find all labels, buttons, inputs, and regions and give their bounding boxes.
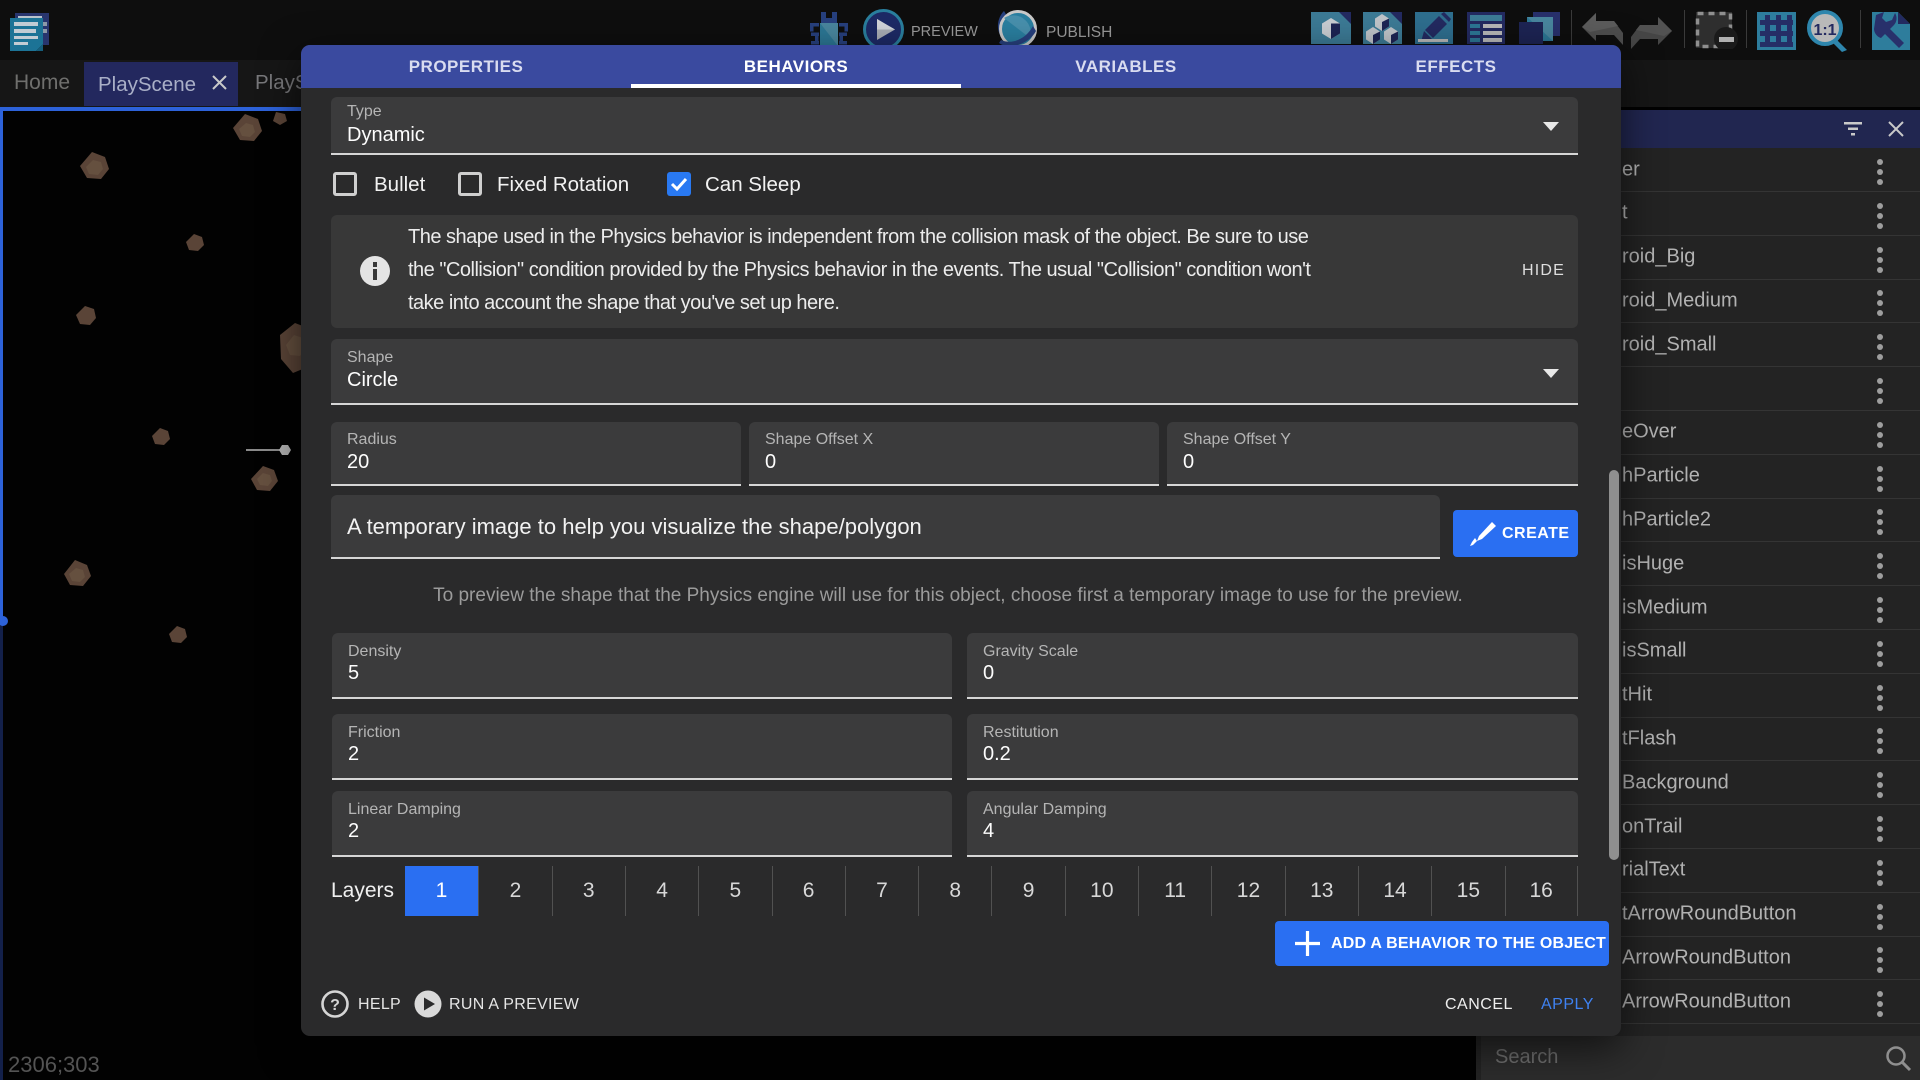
svg-text:1:1: 1:1 bbox=[1813, 22, 1836, 39]
svg-text:?: ? bbox=[330, 997, 340, 1014]
